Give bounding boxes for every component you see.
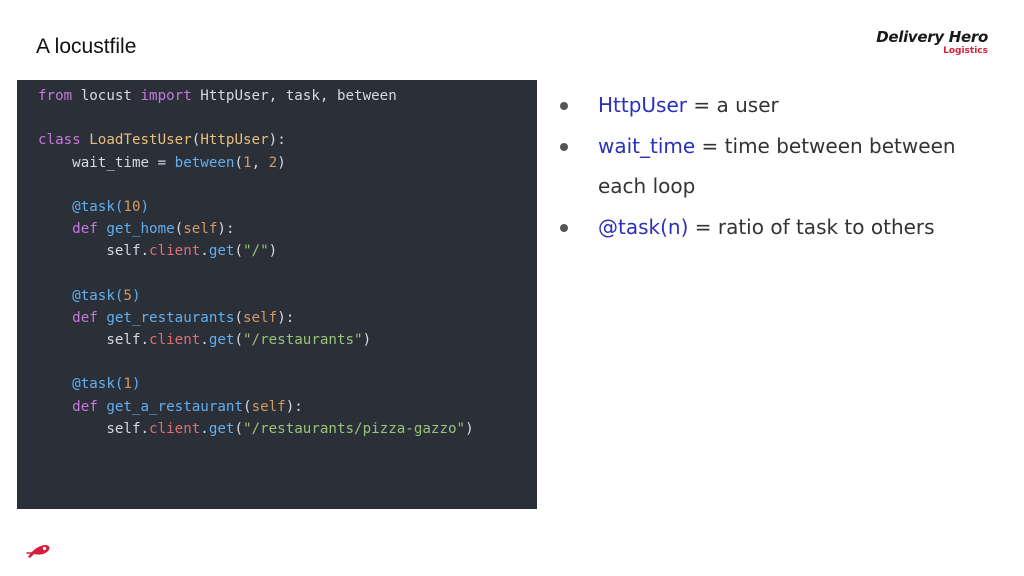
code-token: ( [243,398,252,415]
code-token: get_a_restaurant [106,398,244,415]
code-token: ): [268,132,286,149]
code-token: client [149,332,201,349]
code-token: 2 [268,154,278,171]
code-token: get_restaurants [106,309,235,326]
code-token: @task( [38,287,124,304]
code-line: class LoadTestUser(HttpUser): [38,129,474,151]
code-token: def [38,221,98,238]
bullet-text: = a user [687,93,779,117]
bullet-text: = ratio of task to others [688,214,935,239]
dh-logo-icon [26,545,50,558]
code-token: get [208,332,235,349]
code-token: self [183,221,218,238]
code-token: ): [277,309,295,326]
code-token: . [200,420,209,437]
code-token: from [38,88,73,104]
bullet-dot-icon [560,102,568,110]
code-token: ( [234,309,244,326]
code-token: ( [234,420,244,437]
brand-subtitle: Logistics [943,46,988,56]
bullet-item: wait_time = time between between each lo… [560,126,1010,207]
brand-name: Delivery Hero [876,28,988,46]
code-token: self [243,309,278,326]
bullet-item: HttpUser = a user [560,85,1010,126]
bullet-term: @task(n) [598,214,689,239]
code-line: def get_home(self): [38,218,474,240]
bullet-term: wait_time [598,133,696,158]
code-token: 10 [123,198,141,215]
code-line: self.client.get("/restaurants") [38,329,474,351]
code-token: between [174,154,235,171]
code-token: get_home [106,221,175,238]
code-token: client [149,243,201,260]
code-token: client [149,420,201,437]
code-line: wait_time = between(1, 2) [38,152,474,174]
code-token: LoadTestUser [89,132,192,149]
bullet-dot-icon [560,223,568,232]
code-token: ) [268,243,278,260]
code-token: ) [131,287,141,304]
code-token: class [38,132,81,149]
code-token: "/restaurants" [243,332,363,349]
brand-logo: Delivery Hero Logistics [876,27,988,56]
code-token: . [200,243,209,260]
code-line: ​ [38,351,474,373]
code-line: def get_a_restaurant(self): [38,396,474,418]
code-token: , [251,154,269,171]
code-line: ​ [38,107,474,129]
code-token: HttpUser, task, between [191,88,397,104]
code-token: def [38,309,98,326]
code-token: self. [38,332,150,349]
code-token: ): [285,398,303,415]
code-token: locust [72,88,141,104]
code-token: 1 [243,154,252,171]
code-token: 1 [123,376,132,393]
code-token: get [208,420,235,437]
code-line: ​ [38,263,474,285]
slide-title: A locustfile [36,35,137,58]
code-token: ): [217,221,235,238]
code-token: ( [234,332,244,349]
code-block: from locust import HttpUser, task, betwe… [38,85,474,440]
code-line: @task(1) [38,373,474,395]
code-line: @task(5) [38,285,474,307]
code-token: ( [174,221,184,238]
code-token: @task( [38,198,124,215]
code-token: ( [234,243,244,260]
code-token: wait_time = [38,154,175,171]
code-line: self.client.get("/") [38,240,474,262]
code-token: self. [38,420,150,437]
bullet-item: @task(n) = ratio of task to others [560,207,1010,248]
code-screenshot: from locust import HttpUser, task, betwe… [17,80,537,509]
code-token: . [200,332,209,349]
code-line: def get_restaurants(self): [38,307,474,329]
code-token: @task( [38,376,124,393]
code-token: self [251,398,286,415]
code-token: def [38,398,98,415]
code-token: ) [277,154,286,171]
code-token: ) [131,376,141,393]
code-line: ​ [38,174,474,196]
code-token: "/restaurants/pizza-gazzo" [243,420,466,437]
bullet-list: HttpUser = a user wait_time = time betwee… [560,85,1010,247]
code-token: 5 [123,287,132,304]
code-token: ) [465,420,474,437]
code-token: ) [362,332,372,349]
code-token: ( [234,154,244,171]
code-line: from locust import HttpUser, task, betwe… [38,85,474,107]
code-token: ) [140,198,150,215]
code-token: self. [38,243,150,260]
code-line: @task(10) [38,196,474,218]
code-token: get [208,243,235,260]
code-token: "/" [243,243,269,260]
code-line: self.client.get("/restaurants/pizza-gazz… [38,418,474,440]
code-token: HttpUser [200,132,269,149]
code-token: import [140,88,192,104]
bullet-term: HttpUser [598,93,688,117]
bullet-dot-icon [560,142,568,151]
